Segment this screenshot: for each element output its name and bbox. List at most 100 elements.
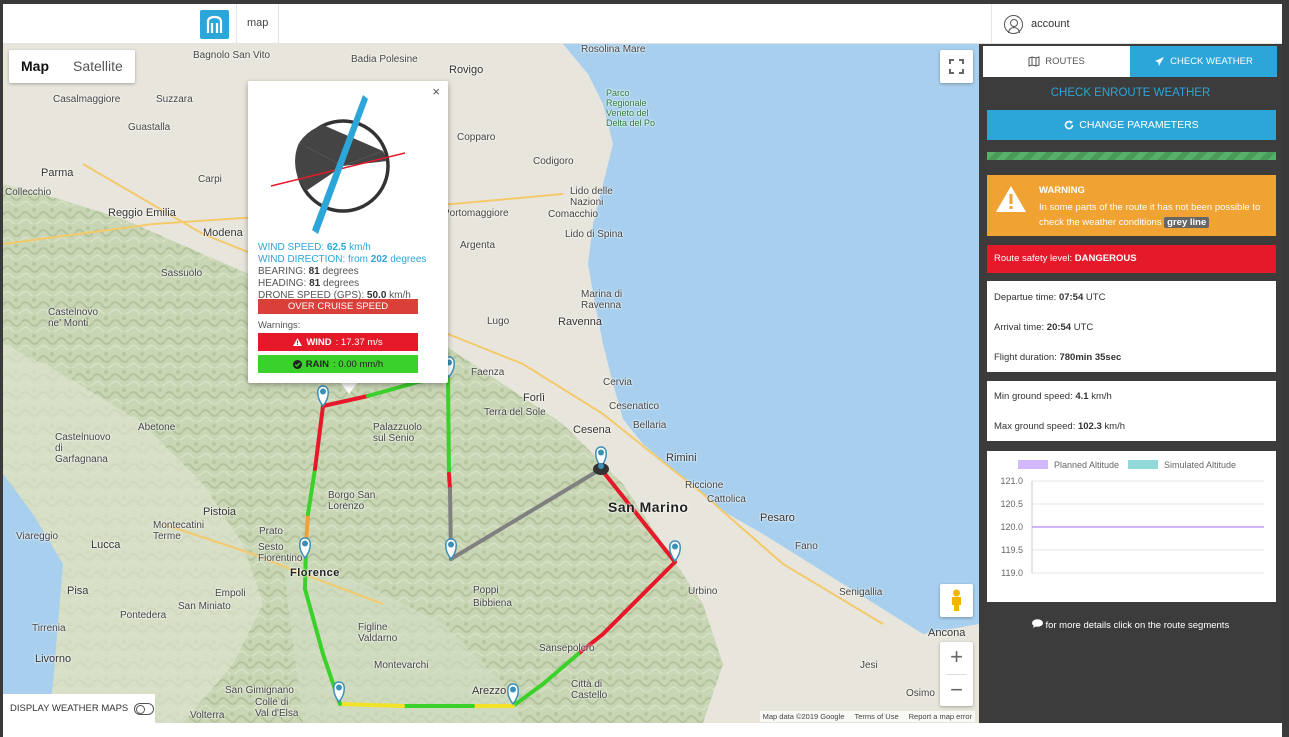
altitude-chart-svg: Planned Altitude Simulated Altitude 121.0 1…	[1000, 460, 1264, 578]
map-label: Jesi	[860, 660, 878, 671]
map-label: Cervia	[603, 377, 632, 388]
map-data-credit: Map data ©2019 Google	[762, 712, 845, 721]
page-title: map	[247, 17, 269, 29]
map-label: Livorno	[35, 653, 72, 665]
wind-badge-label: WIND	[306, 336, 332, 348]
weather-maps-toggle[interactable]: DISPLAY WEATHER MAPS	[3, 694, 155, 723]
map-icon	[1028, 56, 1040, 67]
app-frame: map account Bagnolo San Vito Badia Poles…	[0, 0, 1289, 737]
map-label: Colle di Val d'Elsa	[255, 697, 299, 719]
over-cruise-speed-badge: OVER CRUISE SPEED	[258, 299, 418, 314]
warning-triangle-icon	[996, 186, 1026, 212]
account-label: account	[1031, 18, 1070, 30]
map-label: Sassuolo	[161, 268, 203, 279]
map-label: Città di Castello	[571, 679, 608, 701]
warning-title: WARNING	[1039, 185, 1085, 196]
street-view-button[interactable]	[940, 584, 973, 617]
tab-check-weather[interactable]: CHECK WEATHER	[1130, 46, 1277, 77]
heading-value: 81	[309, 278, 321, 289]
app-logo[interactable]	[200, 10, 229, 39]
map-label: Rimini	[666, 452, 697, 464]
legend-swatch	[1018, 460, 1048, 469]
map-attribution: Map data ©2019 Google Terms of Use Repor…	[759, 711, 975, 722]
y-tick-label: 119.0	[1001, 568, 1023, 578]
route-safety-box: Route safety level: DANGEROUS	[987, 245, 1276, 273]
min-speed-unit: km/h	[1091, 391, 1112, 402]
map-label: Rosolina Mare	[581, 44, 646, 55]
map-label: Guastalla	[128, 122, 171, 133]
bearing-label: BEARING:	[258, 266, 306, 277]
map-label: Bellaria	[633, 420, 667, 431]
account-menu[interactable]: account	[1004, 13, 1070, 35]
map-type-satellite-button[interactable]: Satellite	[61, 50, 135, 83]
user-icon	[1004, 14, 1023, 34]
map-label: Ravenna	[558, 316, 603, 328]
map-label: Pisa	[67, 585, 89, 597]
topbar-divider	[278, 4, 279, 44]
progress-bar	[987, 152, 1276, 160]
panel-tabs: ROUTES CHECK WEATHER	[983, 46, 1277, 77]
map-label: Tirrenia	[32, 623, 66, 634]
change-parameters-button[interactable]: CHANGE PARAMETERS	[987, 110, 1276, 140]
map-label: Senigallia	[839, 587, 883, 598]
top-bar: map account	[3, 4, 1282, 44]
wind-direction-value: 202	[370, 254, 388, 265]
topbar-divider	[991, 4, 992, 44]
weather-info-popup: × WIND SPEED: 62.5 km/h WIND DIRECTION: …	[248, 81, 448, 383]
speech-bubble-icon	[1031, 619, 1043, 628]
wind-direction-unit: degrees	[390, 254, 427, 265]
map-label: Rovigo	[449, 64, 484, 76]
warning-triangle-icon	[293, 338, 303, 346]
map-label: San Gimignano	[225, 685, 294, 696]
tab-routes-label: ROUTES	[1045, 56, 1085, 67]
toggle-switch-icon[interactable]	[134, 702, 155, 715]
bottom-strip	[3, 723, 1282, 737]
max-speed-value: 102.3	[1077, 421, 1102, 432]
topbar-divider	[236, 4, 237, 44]
map-label: Castelnuovo di Garfagnana	[55, 432, 111, 465]
map-label: Volterra	[190, 710, 225, 721]
change-parameters-label: CHANGE PARAMETERS	[1079, 119, 1199, 131]
flight-times-box: Departue time: 07:54 UTC Arrival time: 2…	[987, 281, 1276, 372]
terms-link[interactable]: Terms of Use	[854, 712, 898, 721]
map-label: Pesaro	[760, 512, 795, 524]
map-label: Faenza	[471, 367, 505, 378]
map-label: Argenta	[460, 240, 496, 251]
map-label: Marina di Ravenna	[581, 289, 623, 311]
map-label: San Miniato	[178, 601, 231, 612]
zoom-out-button[interactable]: −	[940, 675, 973, 707]
map-label: Montevarchi	[374, 660, 429, 671]
pegman-icon	[952, 589, 961, 611]
zoom-in-button[interactable]: +	[940, 642, 973, 674]
y-tick-label: 119.5	[1001, 545, 1023, 555]
map-label: Copparo	[457, 132, 496, 143]
map-label: Pontedera	[120, 610, 167, 621]
altitude-chart: Planned Altitude Simulated Altitude 121.0 1…	[987, 451, 1276, 602]
window-border	[0, 0, 3, 737]
popup-tail	[340, 382, 358, 394]
fullscreen-button[interactable]	[940, 50, 973, 83]
map-type-map-button[interactable]: Map	[9, 50, 61, 83]
close-icon[interactable]: ×	[432, 84, 440, 99]
map-label: Sansepolcro	[539, 643, 595, 654]
heading-label: HEADING:	[258, 278, 307, 289]
map-label: Lugo	[487, 316, 510, 327]
map-label: Abetone	[138, 422, 176, 433]
report-error-link[interactable]: Report a map error	[909, 712, 972, 721]
heading-unit: degrees	[323, 278, 360, 289]
map-label: Figline Valdarno	[358, 622, 398, 644]
departure-tz: UTC	[1085, 292, 1106, 303]
max-speed-unit: km/h	[1104, 421, 1125, 432]
map-view[interactable]: Bagnolo San Vito Badia Polesine Rovigo R…	[3, 44, 979, 723]
tab-check-weather-label: CHECK WEATHER	[1170, 56, 1253, 67]
window-border	[0, 0, 1289, 4]
weather-warning-box: WARNING In some parts of the route it ha…	[987, 175, 1276, 236]
warnings-label: Warnings:	[258, 320, 301, 331]
warning-text: In some parts of the route it has not be…	[1039, 202, 1261, 228]
wind-details: WIND SPEED: 62.5 km/h WIND DIRECTION: fr…	[258, 242, 426, 302]
map-label: Borgo San Lorenzo	[328, 490, 376, 512]
wind-speed-unit: km/h	[349, 242, 371, 253]
map-label: Riccione	[685, 480, 724, 491]
map-label: Parma	[41, 167, 74, 179]
tab-routes[interactable]: ROUTES	[983, 46, 1130, 77]
